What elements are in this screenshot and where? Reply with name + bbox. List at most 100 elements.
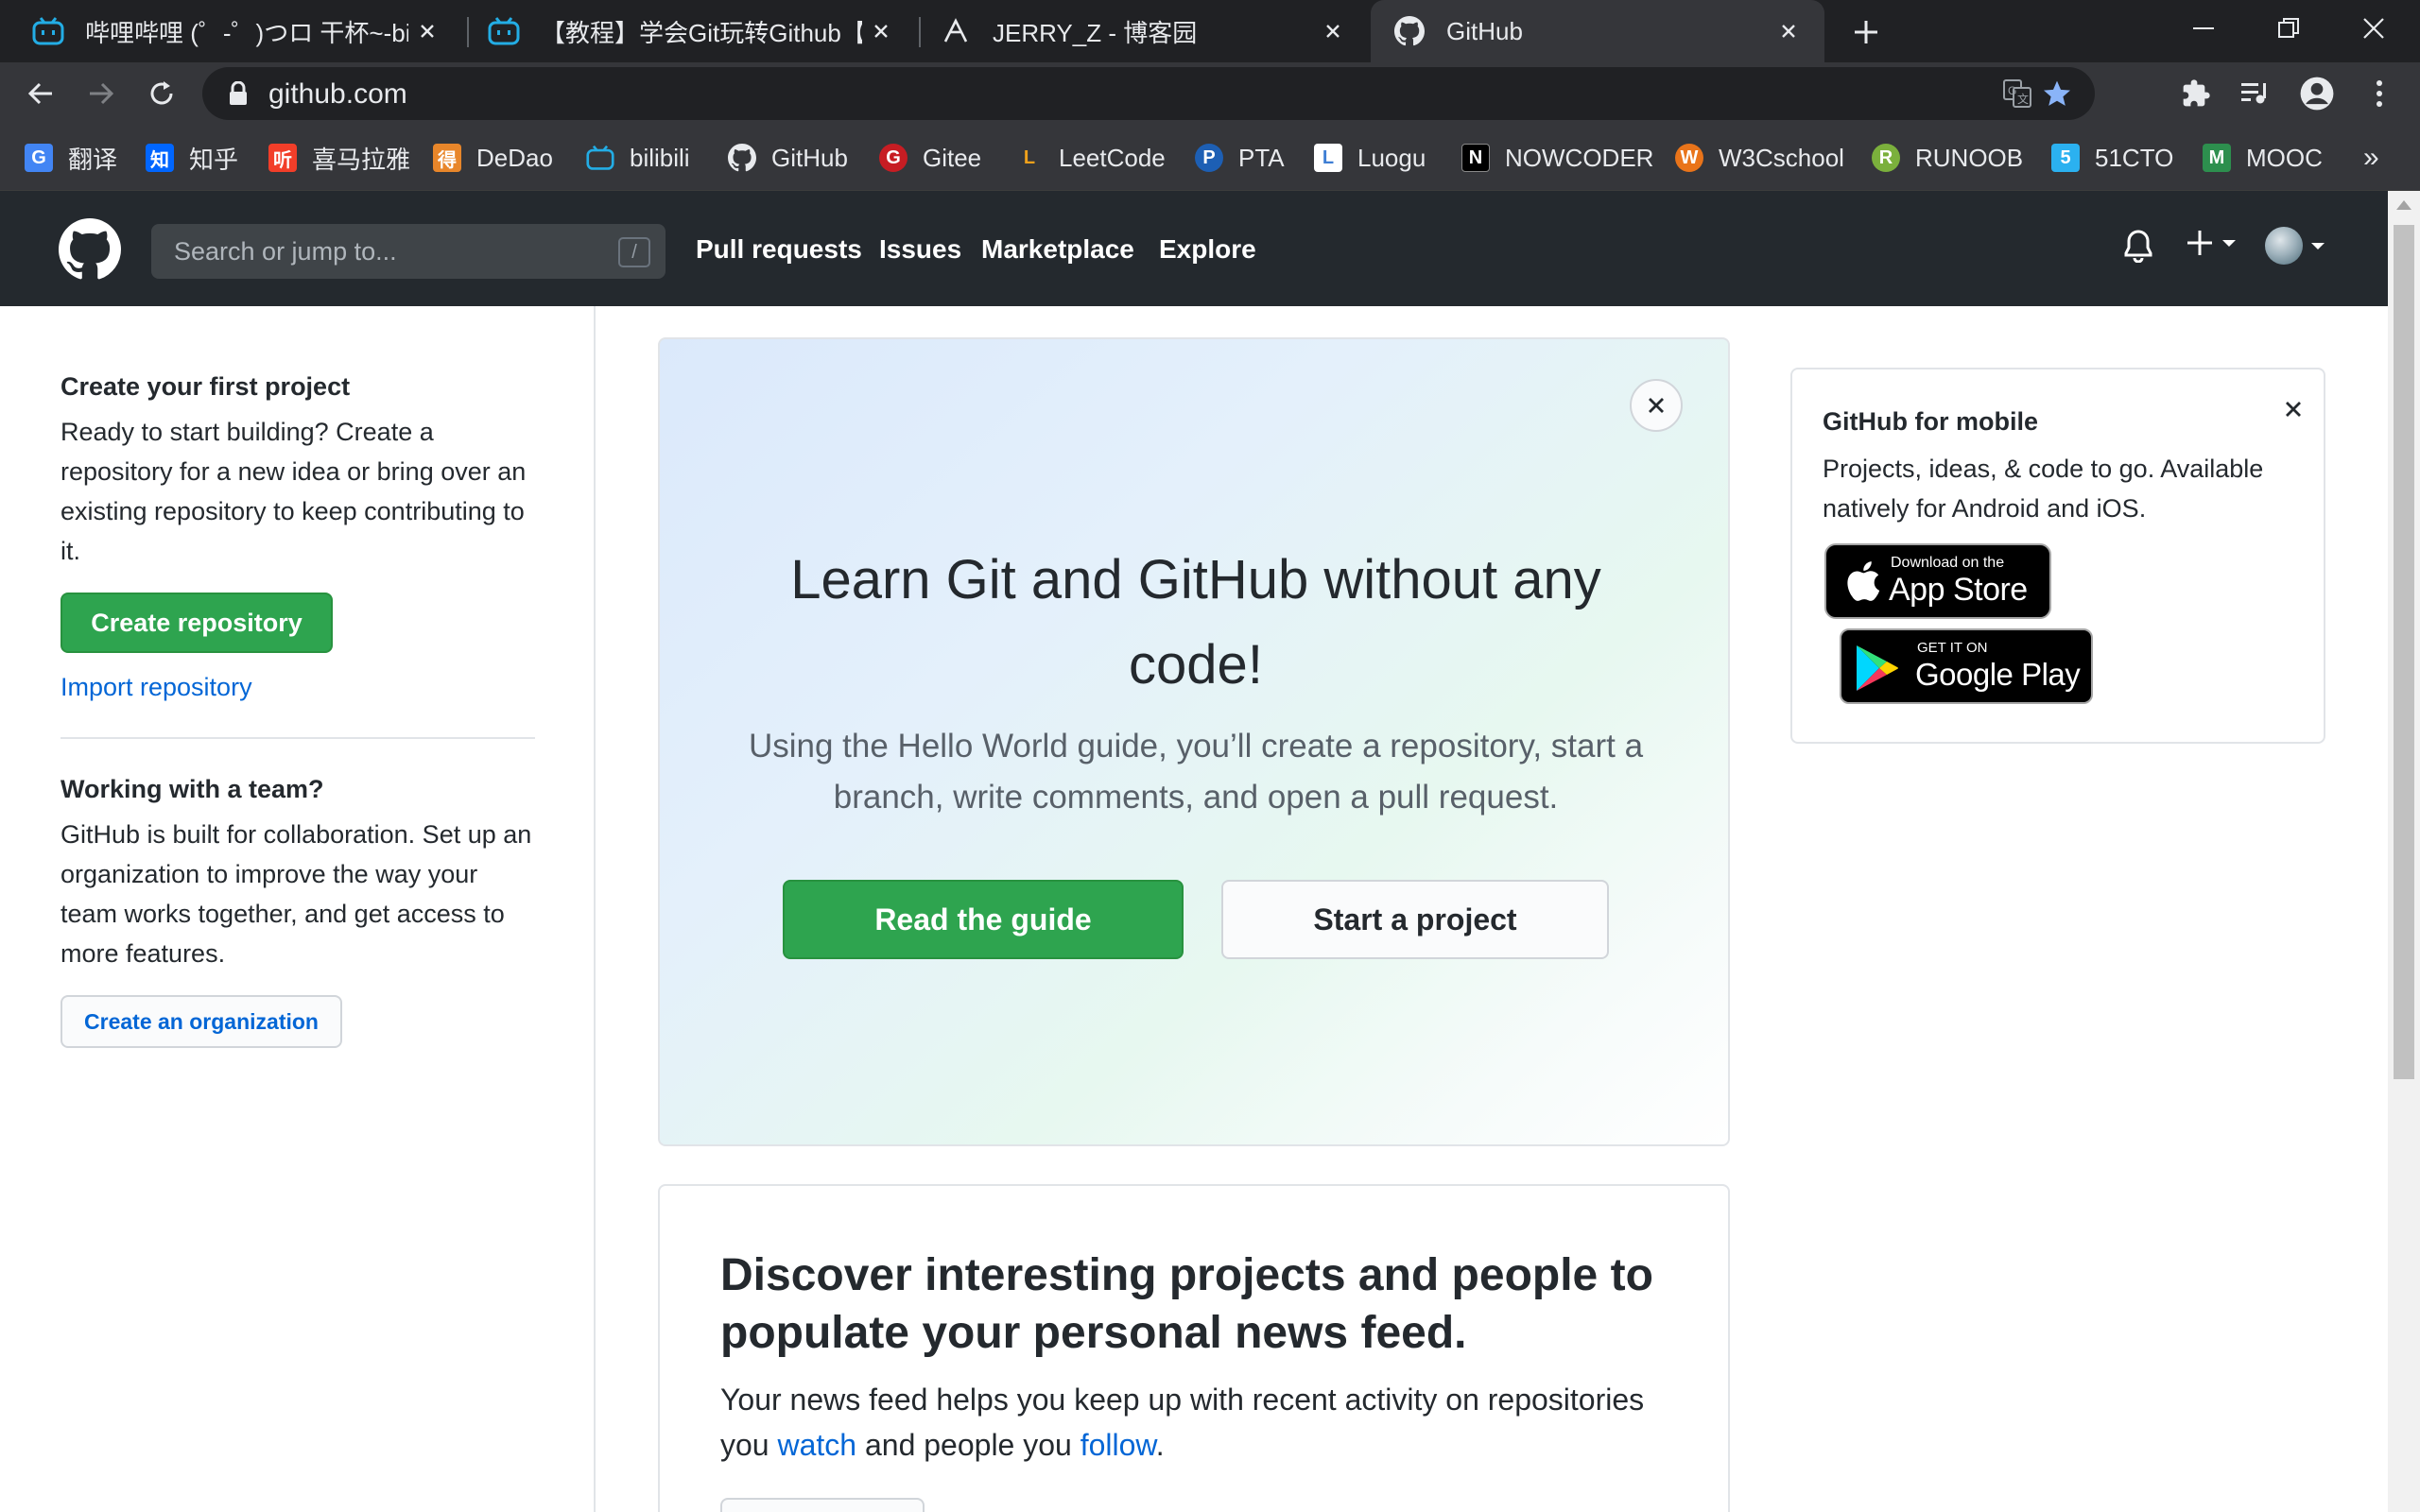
mobile-card-title: GitHub for mobile xyxy=(1823,407,2038,436)
bookmark-leetcode[interactable]: L LeetCode xyxy=(1015,142,1166,174)
bookmark-zhihu[interactable]: 知 知乎 xyxy=(146,142,238,174)
app-store-small-text: Download on the xyxy=(1891,555,2005,571)
github-logo-icon[interactable] xyxy=(59,218,121,281)
close-icon[interactable] xyxy=(1630,379,1683,432)
nav-issues[interactable]: Issues xyxy=(879,234,961,265)
divider xyxy=(60,737,535,739)
app-store-badge[interactable]: Download on the App Store xyxy=(1824,543,2051,619)
google-play-icon xyxy=(1857,645,1898,691)
forward-icon[interactable] xyxy=(79,72,123,115)
browser-tab-bilibili-home[interactable]: 哔哩哔哩 (゜-゜)つロ 干杯~-bilil xyxy=(0,0,463,62)
scrollbar-thumb[interactable] xyxy=(2394,225,2414,1079)
bookmark-gitee[interactable]: G Gitee xyxy=(879,142,981,174)
bookmark-github[interactable]: GitHub xyxy=(728,142,848,174)
import-repository-link[interactable]: Import repository xyxy=(60,673,252,702)
avatar[interactable] xyxy=(2265,227,2303,265)
apple-icon xyxy=(1847,561,1880,601)
user-avatar-menu[interactable] xyxy=(2265,227,2325,265)
bookmark-label: Gitee xyxy=(923,143,982,172)
tab-title: GitHub xyxy=(1446,16,1523,45)
bookmark-label: Luogu xyxy=(1357,143,1426,172)
bookmark-label: 喜马拉雅 xyxy=(312,145,411,174)
bookmark-nowcoder[interactable]: N NOWCODER xyxy=(1461,142,1653,174)
browser-tab-cnblogs[interactable]: JERRY_Z - 博客园 xyxy=(923,0,1369,62)
ximalaya-icon: 听 xyxy=(268,144,297,172)
media-control-icon[interactable] xyxy=(2233,72,2276,115)
extensions-icon[interactable] xyxy=(2174,72,2218,115)
w3cschool-icon: W xyxy=(1675,144,1703,172)
reload-icon[interactable] xyxy=(140,72,183,115)
bookmark-luogu[interactable]: L Luogu xyxy=(1314,142,1426,174)
discover-action-button[interactable] xyxy=(720,1498,925,1512)
new-tab-button[interactable] xyxy=(1845,11,1887,53)
chevron-down-icon xyxy=(2311,243,2325,249)
window-close-icon[interactable] xyxy=(2331,0,2416,57)
close-icon[interactable] xyxy=(2274,390,2312,428)
browser-tab-github[interactable]: GitHub xyxy=(1371,0,1824,62)
notifications-bell-icon[interactable] xyxy=(2123,229,2153,263)
bookmark-label: MOOC xyxy=(2246,143,2323,172)
search-input[interactable] xyxy=(151,224,666,279)
page-scrollbar[interactable] xyxy=(2388,191,2420,1512)
svg-text:文: 文 xyxy=(2017,92,2029,106)
bookmark-label: 翻译 xyxy=(68,145,118,174)
follow-link[interactable]: follow xyxy=(1080,1428,1156,1462)
bookmarks-overflow-chevron-icon[interactable]: » xyxy=(2363,142,2379,174)
bookmark-translate[interactable]: G 翻译 xyxy=(25,142,117,174)
bookmark-51cto[interactable]: 5 51CTO xyxy=(2051,142,2173,174)
bookmark-star-icon[interactable] xyxy=(2038,75,2076,112)
create-repository-button[interactable]: Create repository xyxy=(60,593,333,653)
bookmark-w3cschool[interactable]: W W3Cschool xyxy=(1675,142,1844,174)
close-icon[interactable] xyxy=(862,12,900,50)
discover-text-part: . xyxy=(1155,1428,1165,1462)
nav-pull-requests[interactable]: Pull requests xyxy=(696,234,862,265)
bookmark-label: RUNOOB xyxy=(1915,143,2024,172)
tab-title: 哔哩哔哩 (゜-゜)つロ 干杯~-bilil xyxy=(85,18,408,47)
close-icon[interactable] xyxy=(1314,12,1352,50)
bookmark-label: 51CTO xyxy=(2095,143,2174,172)
more-menu-icon[interactable] xyxy=(2358,72,2401,115)
tab-title: 【教程】学会Git玩转Github【全 xyxy=(541,18,862,47)
zhihu-icon: 知 xyxy=(146,144,174,172)
tab-separator xyxy=(919,17,921,47)
bookmark-dedao[interactable]: 得 DeDao xyxy=(433,142,553,174)
app-store-big-text: App Store xyxy=(1889,572,2028,608)
minimize-icon[interactable] xyxy=(2161,0,2246,57)
bookmark-label: bilibili xyxy=(630,143,690,172)
discover-text-part: and people you xyxy=(856,1428,1080,1462)
bookmark-runoob[interactable]: R RUNOOB xyxy=(1872,142,2023,174)
bookmark-label: 知乎 xyxy=(189,145,239,174)
runoob-icon: R xyxy=(1872,144,1900,172)
close-icon[interactable] xyxy=(1770,12,1807,50)
address-bar[interactable]: github.com G文 xyxy=(202,67,2095,120)
translate-icon[interactable]: G文 xyxy=(1998,75,2036,112)
bookmark-mooc[interactable]: M MOOC xyxy=(2203,142,2323,174)
read-the-guide-button[interactable]: Read the guide xyxy=(783,880,1184,959)
discover-title: Discover interesting projects and people… xyxy=(720,1250,1653,1358)
bookmark-ximalaya[interactable]: 听 喜马拉雅 xyxy=(268,142,410,174)
browser-tab-bilibili-git-tutorial[interactable]: 【教程】学会Git玩转Github【全 xyxy=(471,0,917,62)
scroll-up-arrow-icon[interactable] xyxy=(2396,200,2411,210)
google-play-badge[interactable]: GET IT ON Google Play xyxy=(1840,628,2093,704)
team-heading: Working with a team? xyxy=(60,775,324,803)
back-icon[interactable] xyxy=(19,72,62,115)
mooc-icon: M xyxy=(2203,144,2231,172)
discover-text: Your news feed helps you keep up with re… xyxy=(720,1377,1685,1468)
nav-marketplace[interactable]: Marketplace xyxy=(981,234,1134,265)
nav-explore[interactable]: Explore xyxy=(1159,234,1256,265)
bookmark-bilibili[interactable]: bilibili xyxy=(586,142,690,174)
google-play-big-text: Google Play xyxy=(1915,657,2081,692)
restore-icon[interactable] xyxy=(2246,0,2331,57)
close-icon[interactable] xyxy=(408,12,446,50)
create-organization-button[interactable]: Create an organization xyxy=(60,995,342,1048)
lock-icon[interactable] xyxy=(229,80,248,111)
watch-link[interactable]: watch xyxy=(777,1428,856,1462)
dashboard-sidebar: Create your first project Ready to start… xyxy=(0,306,596,1512)
hero-title: Learn Git and GitHub without any code! xyxy=(790,549,1601,696)
profile-icon[interactable] xyxy=(2295,72,2339,115)
url-text[interactable]: github.com xyxy=(268,78,407,111)
create-new-plus-icon[interactable] xyxy=(2186,229,2237,257)
bookmark-pta[interactable]: P PTA xyxy=(1195,142,1285,174)
github-mobile-card: GitHub for mobile Projects, ideas, & cod… xyxy=(1790,368,2325,744)
start-a-project-button[interactable]: Start a project xyxy=(1221,880,1609,959)
